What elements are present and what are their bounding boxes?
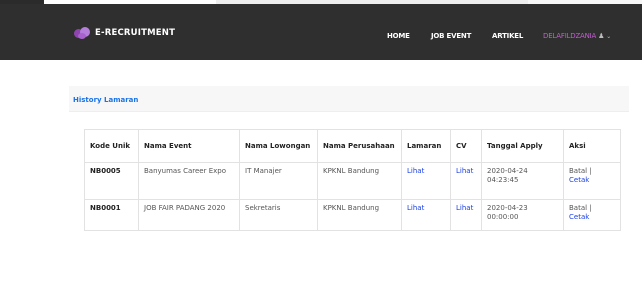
- header-aksi: Aksi: [563, 129, 621, 163]
- cell-lowongan: IT Manajer: [239, 162, 318, 200]
- cancel-link[interactable]: Batal |: [569, 204, 592, 212]
- cell-event: Banyumas Career Expo: [138, 162, 240, 200]
- cell-tanggal: 2020-04-23 00:00:00: [481, 199, 564, 231]
- cell-kode: NB0001: [84, 199, 139, 231]
- cell-aksi: Batal | Cetak: [563, 199, 621, 231]
- brand-name: E-RECRUITMENT: [95, 28, 176, 38]
- user-icon: ♟: [598, 32, 605, 40]
- header-nama-event: Nama Event: [138, 129, 240, 163]
- header-nama-perusahaan: Nama Perusahaan: [317, 129, 402, 163]
- nav-artikel[interactable]: ARTIKEL: [492, 32, 523, 40]
- panel-header: History Lamaran: [69, 86, 629, 112]
- nav-home[interactable]: HOME: [387, 32, 410, 40]
- cv-view-link[interactable]: Lihat: [456, 204, 473, 212]
- cell-tanggal: 2020-04-24 04:23:45: [481, 162, 564, 200]
- header-nama-lowongan: Nama Lowongan: [239, 129, 318, 163]
- header-lamaran: Lamaran: [401, 129, 451, 163]
- cell-cv: Lihat: [450, 162, 482, 200]
- chevron-down-icon: ⌄: [606, 32, 612, 40]
- history-panel: History Lamaran Kode Unik Nama Event Nam…: [69, 86, 629, 246]
- cv-view-link[interactable]: Lihat: [456, 167, 473, 175]
- user-name: DELAFILDZANIA: [543, 32, 597, 40]
- cell-cv: Lihat: [450, 199, 482, 231]
- cell-lowongan: Sekretaris: [239, 199, 318, 231]
- cell-kode: NB0005: [84, 162, 139, 200]
- print-link[interactable]: Cetak: [569, 213, 589, 221]
- brand-link[interactable]: E-RECRUITMENT: [74, 27, 175, 39]
- lamaran-view-link[interactable]: Lihat: [407, 204, 424, 212]
- print-link[interactable]: Cetak: [569, 176, 589, 184]
- table-row: NB0001 JOB FAIR PADANG 2020 Sekretaris K…: [84, 199, 621, 231]
- table-header-row: Kode Unik Nama Event Nama Lowongan Nama …: [84, 129, 621, 163]
- header-cv: CV: [450, 129, 482, 163]
- cell-perusahaan: KPKNL Bandung: [317, 162, 402, 200]
- nav-job-event[interactable]: JOB EVENT: [431, 32, 471, 40]
- navbar: E-RECRUITMENT HOME JOB EVENT ARTIKEL DEL…: [0, 4, 642, 60]
- nav-user-menu[interactable]: DELAFILDZANIA ♟ ⌄: [543, 32, 611, 40]
- brand-logo-icon: [74, 27, 92, 39]
- cell-lamaran: Lihat: [401, 162, 451, 200]
- panel-title: History Lamaran: [73, 96, 139, 104]
- cell-perusahaan: KPKNL Bandung: [317, 199, 402, 231]
- lamaran-view-link[interactable]: Lihat: [407, 167, 424, 175]
- cell-lamaran: Lihat: [401, 199, 451, 231]
- cell-aksi: Batal | Cetak: [563, 162, 621, 200]
- header-tanggal-apply: Tanggal Apply: [481, 129, 564, 163]
- history-table: Kode Unik Nama Event Nama Lowongan Nama …: [84, 129, 621, 231]
- cell-event: JOB FAIR PADANG 2020: [138, 199, 240, 231]
- header-kode-unik: Kode Unik: [84, 129, 139, 163]
- table-row: NB0005 Banyumas Career Expo IT Manajer K…: [84, 162, 621, 200]
- cancel-link[interactable]: Batal |: [569, 167, 592, 175]
